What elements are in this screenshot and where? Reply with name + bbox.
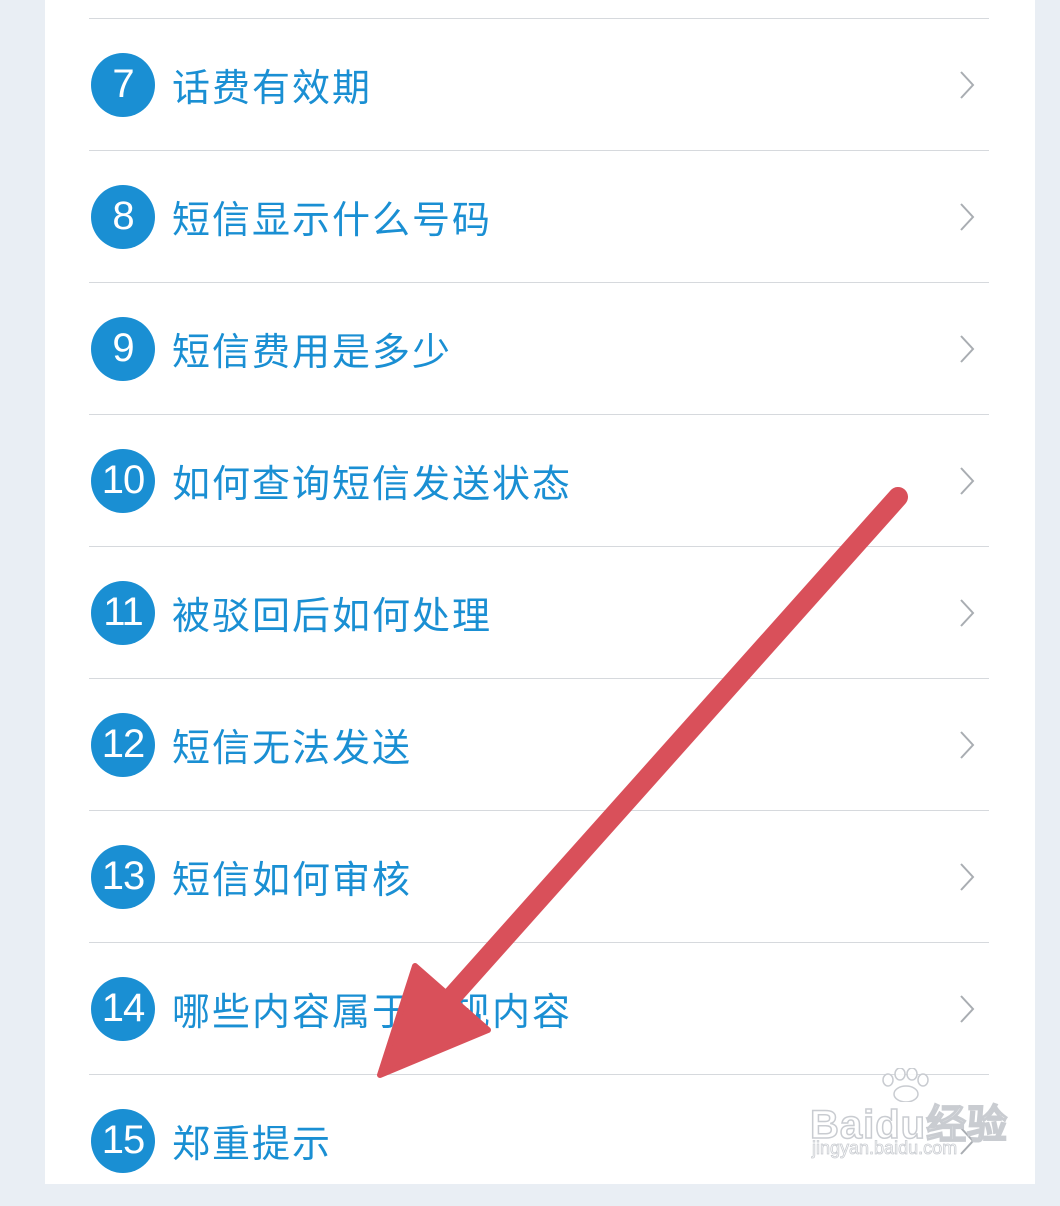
faq-item-label: 短信显示什么号码 xyxy=(172,198,493,242)
faq-item-9[interactable]: 9 短信费用是多少 xyxy=(89,283,989,415)
faq-item-11[interactable]: 11 被驳回后如何处理 xyxy=(89,547,989,679)
faq-item-label: 短信费用是多少 xyxy=(172,330,453,374)
number-badge: 9 xyxy=(91,316,155,381)
chevron-right-icon xyxy=(960,202,975,231)
faq-list: 7 话费有效期 8 短信显示什么号码 9 短信费用是多少 10 如何查询短信发送… xyxy=(89,18,989,1206)
faq-item-14[interactable]: 14 哪些内容属于违规内容 xyxy=(89,943,989,1075)
faq-item-10[interactable]: 10 如何查询短信发送状态 xyxy=(89,415,989,547)
faq-item-label: 哪些内容属于违规内容 xyxy=(172,990,573,1034)
number-badge: 12 xyxy=(91,712,155,777)
faq-card: 7 话费有效期 8 短信显示什么号码 9 短信费用是多少 10 如何查询短信发送… xyxy=(45,0,1035,1184)
faq-item-13[interactable]: 13 短信如何审核 xyxy=(89,811,989,943)
faq-item-label: 话费有效期 xyxy=(172,66,373,110)
chevron-right-icon xyxy=(960,730,975,759)
chevron-right-icon xyxy=(960,1126,975,1155)
number-badge: 10 xyxy=(91,448,155,513)
number-badge: 14 xyxy=(91,976,155,1041)
faq-item-label: 郑重提示 xyxy=(172,1122,333,1166)
faq-item-label: 短信无法发送 xyxy=(172,726,413,770)
faq-item-15[interactable]: 15 郑重提示 xyxy=(89,1075,989,1206)
faq-item-8[interactable]: 8 短信显示什么号码 xyxy=(89,151,989,283)
number-badge: 8 xyxy=(91,184,155,249)
faq-item-label: 短信如何审核 xyxy=(172,858,413,902)
chevron-right-icon xyxy=(960,334,975,363)
number-badge: 11 xyxy=(91,580,155,645)
faq-item-12[interactable]: 12 短信无法发送 xyxy=(89,679,989,811)
number-badge: 13 xyxy=(91,844,155,909)
faq-item-label: 如何查询短信发送状态 xyxy=(172,462,573,506)
faq-item-label: 被驳回后如何处理 xyxy=(172,594,493,638)
chevron-right-icon xyxy=(960,862,975,891)
chevron-right-icon xyxy=(960,466,975,495)
number-badge: 15 xyxy=(91,1108,155,1173)
chevron-right-icon xyxy=(960,598,975,627)
chevron-right-icon xyxy=(960,994,975,1023)
faq-item-7[interactable]: 7 话费有效期 xyxy=(89,19,989,151)
chevron-right-icon xyxy=(960,70,975,99)
number-badge: 7 xyxy=(91,52,155,117)
